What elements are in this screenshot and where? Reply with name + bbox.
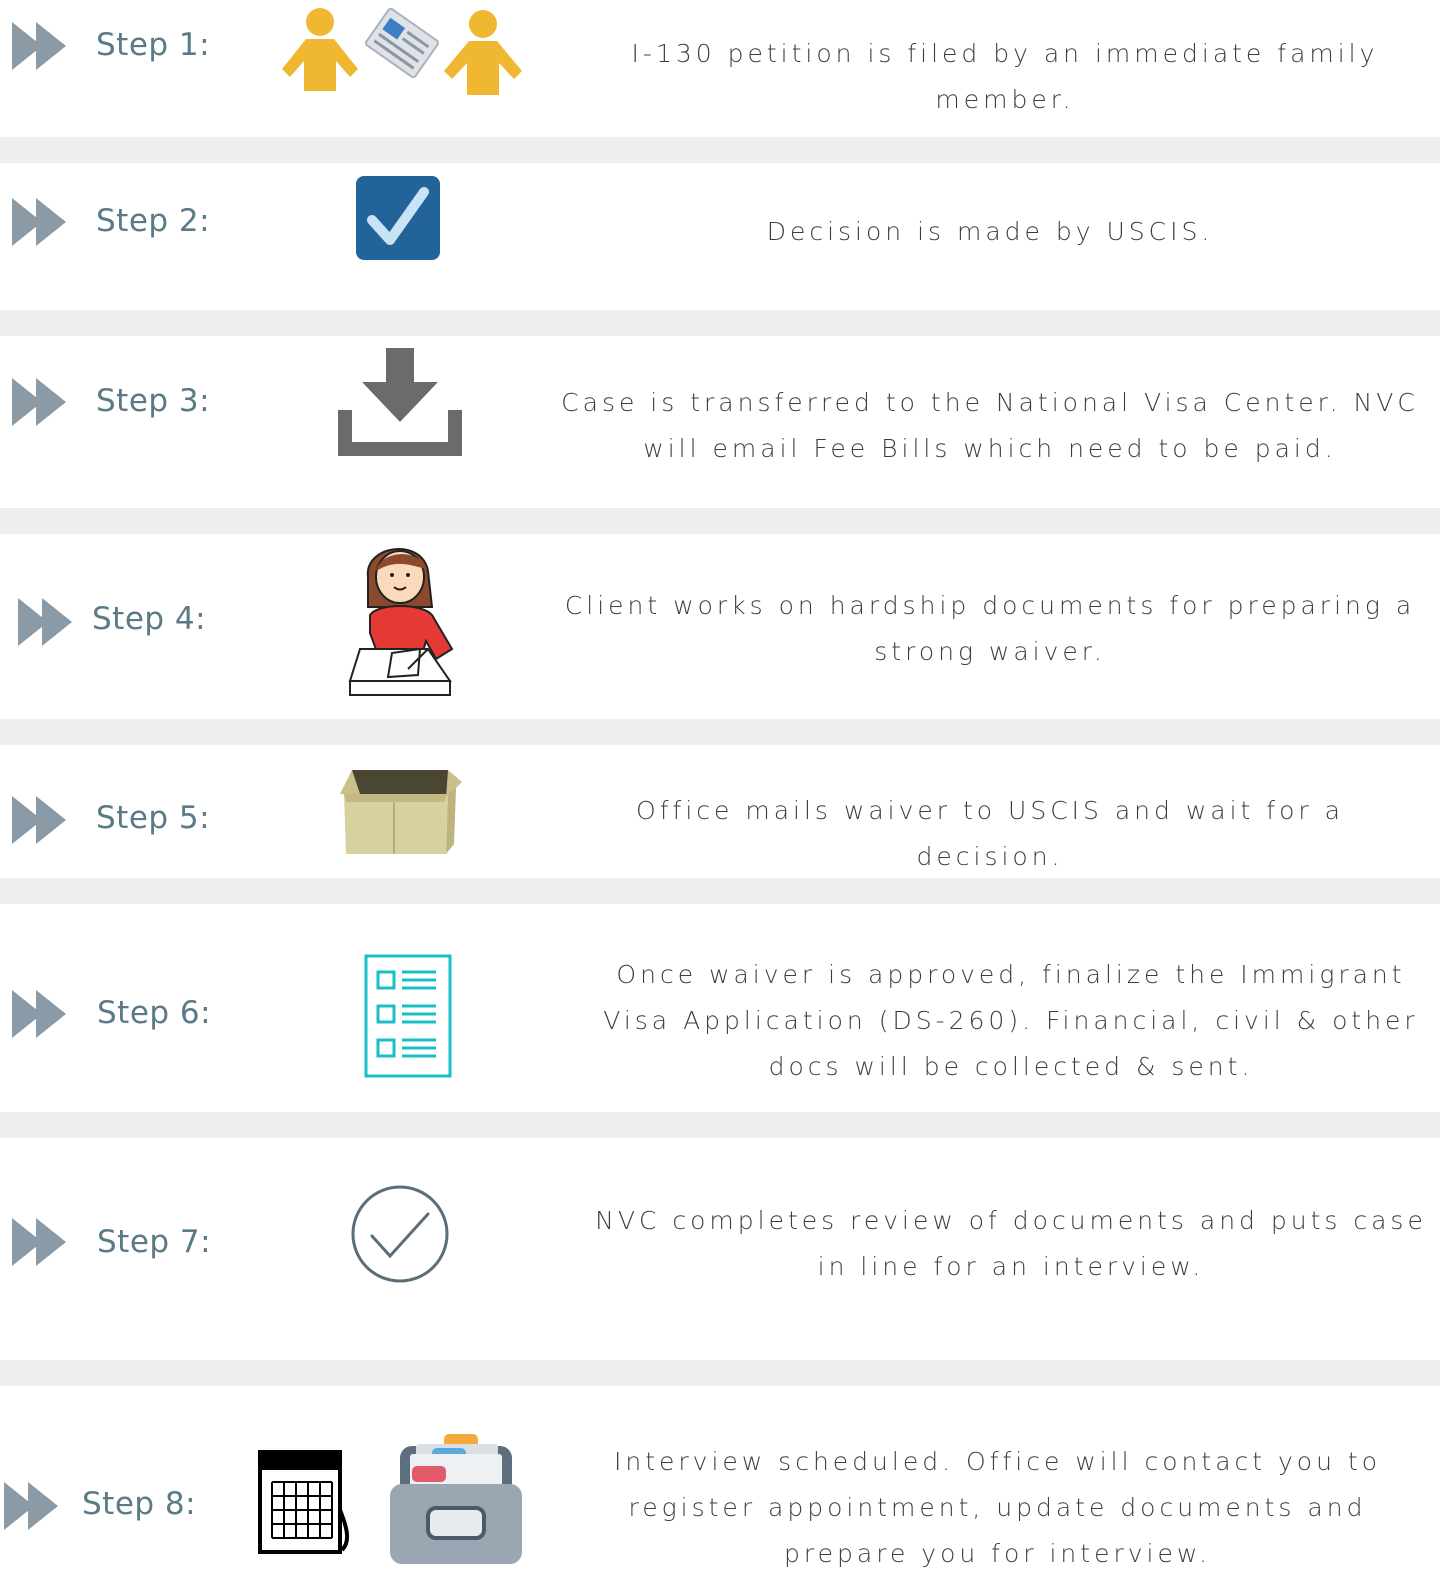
fast-forward-icon <box>12 378 66 426</box>
row-divider <box>0 508 1440 534</box>
fast-forward-icon <box>12 198 66 246</box>
step-description: NVC completes review of documents and pu… <box>595 1206 1427 1281</box>
row-divider <box>0 1360 1440 1386</box>
download-tray-icon <box>338 348 462 456</box>
fast-forward-icon <box>4 1482 58 1530</box>
checkbox-icon <box>356 176 440 260</box>
family-petition-icon <box>282 7 522 95</box>
calendar-icon <box>258 1450 349 1554</box>
step-description: Once waiver is approved, finalize the Im… <box>603 960 1419 1081</box>
step-description: Office mails waiver to USCIS and wait fo… <box>636 796 1344 871</box>
step-label: Step 5: <box>96 800 211 836</box>
step-label: Step 4: <box>92 601 207 637</box>
row-divider <box>0 878 1440 904</box>
fast-forward-icon <box>18 598 72 646</box>
step-label: Step 6: <box>97 995 212 1031</box>
circle-check-icon <box>351 1185 449 1283</box>
woman-writing-icon <box>348 548 454 696</box>
step-description: I-130 petition is filed by an immediate … <box>631 39 1379 114</box>
step-label: Step 1: <box>96 27 211 63</box>
row-divider <box>0 137 1440 163</box>
step-label: Step 3: <box>96 383 211 419</box>
step-label: Step 7: <box>97 1224 212 1260</box>
row-divider <box>0 310 1440 336</box>
step-label: Step 8: <box>82 1486 197 1522</box>
step-description: Client works on hardship documents for p… <box>564 591 1416 666</box>
file-box-icon <box>390 1434 522 1564</box>
fast-forward-icon <box>12 1218 66 1266</box>
step-label: Step 2: <box>96 203 211 239</box>
step-description: Interview scheduled. Office will contact… <box>613 1447 1381 1568</box>
row-divider <box>0 719 1440 745</box>
checklist-document-icon <box>364 954 452 1078</box>
fast-forward-icon <box>12 22 66 70</box>
row-divider <box>0 1112 1440 1138</box>
step-description: Decision is made by USCIS. <box>766 217 1214 246</box>
fast-forward-icon <box>12 990 66 1038</box>
open-box-icon <box>340 770 462 854</box>
step-description: Case is transferred to the National Visa… <box>561 388 1419 463</box>
fast-forward-icon <box>12 796 66 844</box>
